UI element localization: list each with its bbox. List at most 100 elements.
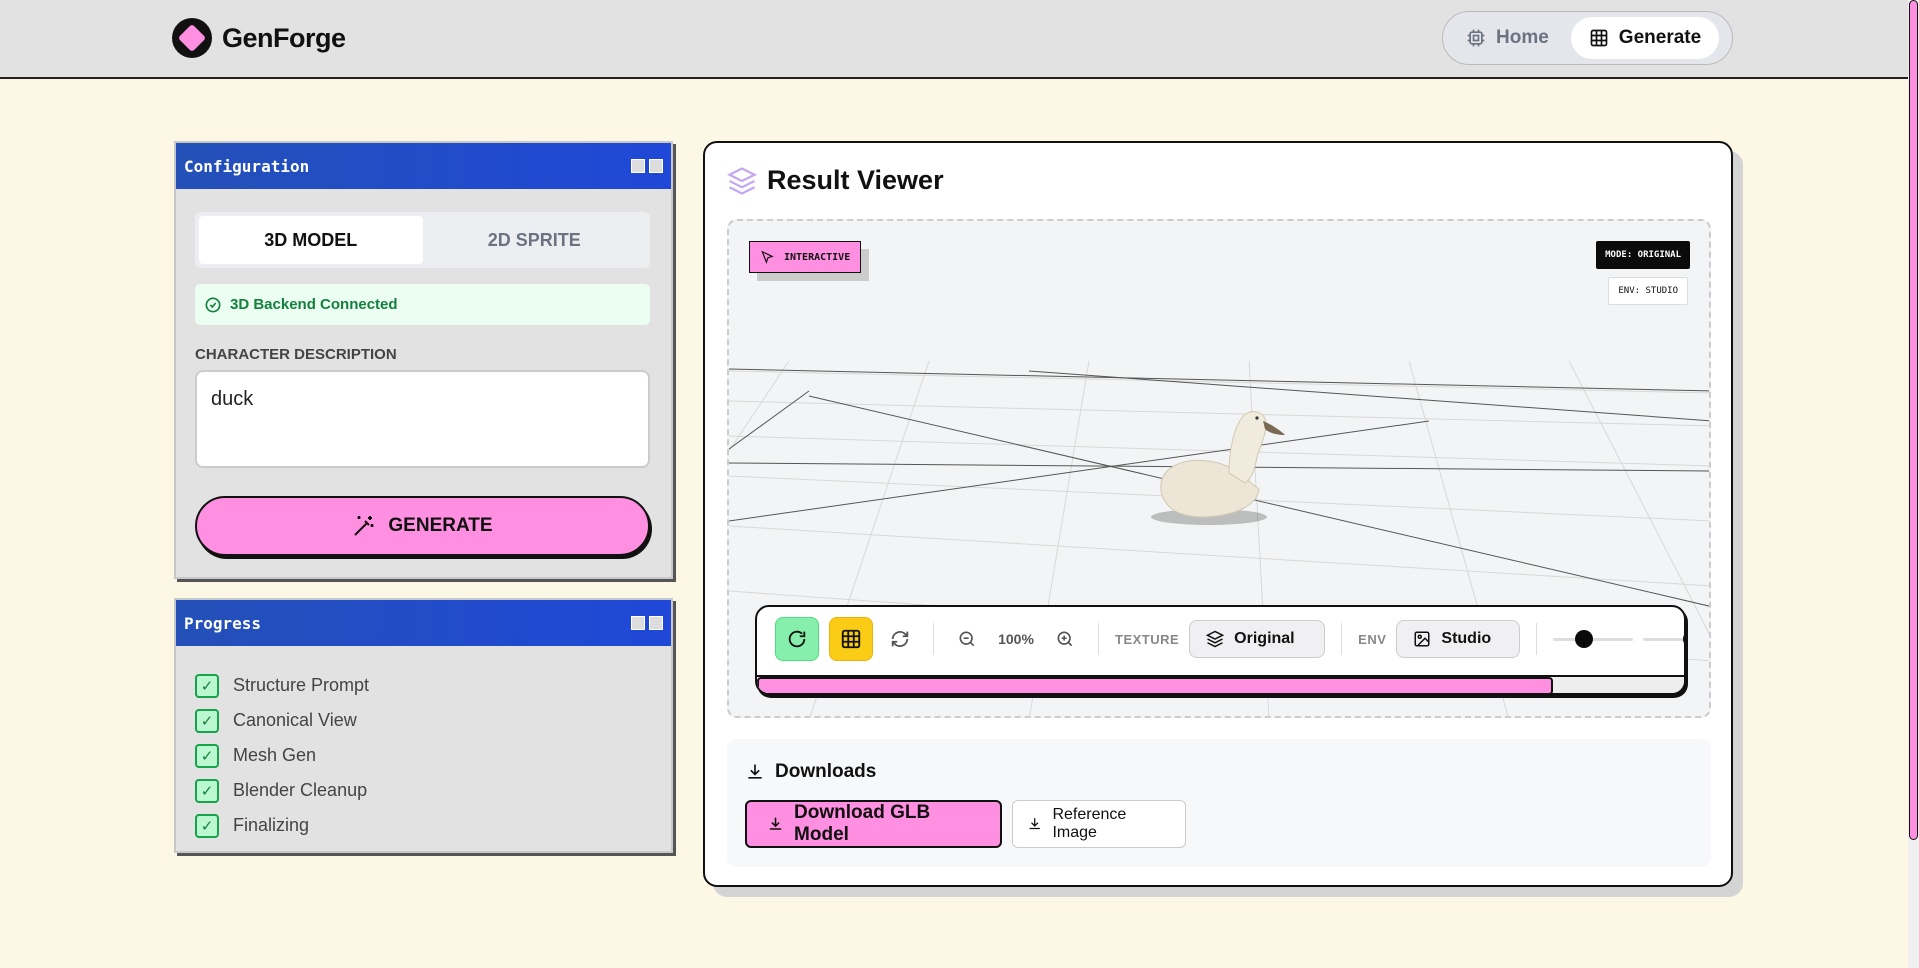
progress-step: ✓ Blender Cleanup bbox=[195, 773, 369, 808]
3d-viewport[interactable]: INTERACTIVE MODE: ORIGINAL ENV: STUDIO 1… bbox=[727, 219, 1711, 718]
interactive-badge: INTERACTIVE bbox=[749, 241, 862, 273]
maximize-button[interactable] bbox=[649, 159, 663, 173]
checkbox-checked-icon: ✓ bbox=[195, 778, 219, 803]
divider bbox=[933, 623, 934, 655]
progress-step: ✓ Canonical View bbox=[195, 703, 369, 738]
step-label: Mesh Gen bbox=[233, 745, 317, 765]
main-nav: Home Generate bbox=[1442, 11, 1733, 65]
configuration-title-bar: Configuration bbox=[176, 143, 671, 189]
divider bbox=[1341, 623, 1343, 655]
grid-icon bbox=[841, 629, 861, 649]
character-description-input[interactable]: duck bbox=[195, 370, 650, 468]
step-label: Canonical View bbox=[233, 710, 357, 730]
nav-generate-label: Generate bbox=[1618, 27, 1702, 48]
scrollbar-thumb[interactable] bbox=[1909, 0, 1918, 840]
texture-value: Original bbox=[1234, 630, 1295, 647]
page-scrollbar[interactable] bbox=[1908, 0, 1919, 968]
progress-title: Progress bbox=[184, 613, 262, 633]
zoom-in-button[interactable] bbox=[1048, 617, 1082, 661]
interactive-badge-label: INTERACTIVE bbox=[784, 251, 851, 263]
nav-home[interactable]: Home bbox=[1448, 17, 1567, 59]
viewer-toolbar: 100% TEXTURE Original ENV Studio bbox=[755, 605, 1686, 695]
environment-value: Studio bbox=[1441, 630, 1492, 647]
layers-icon bbox=[1206, 630, 1225, 648]
layers-icon bbox=[727, 166, 757, 195]
divider bbox=[1536, 623, 1538, 655]
checkbox-checked-icon: ✓ bbox=[195, 813, 219, 838]
check-circle-icon bbox=[205, 297, 221, 312]
step-label: Structure Prompt bbox=[233, 675, 370, 695]
backend-status-banner: 3D Backend Connected bbox=[195, 284, 650, 325]
environment-select[interactable]: Studio bbox=[1396, 620, 1521, 658]
rotate-arrows-icon bbox=[891, 631, 909, 647]
brightness-slider[interactable] bbox=[1553, 629, 1634, 649]
progress-title-bar: Progress bbox=[176, 600, 671, 646]
downloads-section: Downloads Download GLB Model Reference I… bbox=[727, 739, 1711, 867]
divider bbox=[1098, 623, 1099, 655]
slider-track bbox=[1553, 638, 1634, 641]
auto-rotate-button[interactable] bbox=[775, 617, 819, 661]
magic-wand-icon bbox=[354, 516, 374, 536]
generate-button[interactable]: GENERATE bbox=[195, 496, 650, 556]
progress-step: ✓ Finalizing bbox=[195, 808, 369, 843]
progress-step: ✓ Structure Prompt bbox=[195, 668, 369, 703]
texture-label: TEXTURE bbox=[1115, 631, 1180, 647]
download-glb-button[interactable]: Download GLB Model bbox=[745, 800, 1002, 848]
window-controls bbox=[631, 159, 663, 173]
toggle-grid-button[interactable] bbox=[829, 617, 873, 661]
nav-home-label: Home bbox=[1496, 27, 1549, 48]
cpu-icon bbox=[1467, 29, 1485, 47]
image-icon bbox=[1414, 631, 1430, 647]
generation-progress-bar bbox=[757, 675, 1684, 693]
result-viewer-card: Result Viewer INTERACTIVE MODE: ORIGINAL… bbox=[703, 141, 1733, 887]
texture-select[interactable]: Original bbox=[1189, 620, 1326, 658]
progress-steps: ✓ Structure Prompt ✓ Canonical View ✓ Mesh … bbox=[195, 668, 369, 843]
cursor-pointer-icon bbox=[761, 250, 774, 264]
mode-badge: MODE: ORIGINAL bbox=[1596, 241, 1690, 269]
reference-image-label: Reference Image bbox=[1052, 806, 1127, 841]
zoom-in-icon bbox=[1057, 631, 1073, 647]
backend-status-text: 3D Backend Connected bbox=[230, 296, 398, 313]
slider-track bbox=[1643, 638, 1684, 641]
download-icon bbox=[1029, 818, 1040, 830]
logo[interactable]: GenForge bbox=[172, 18, 346, 58]
configuration-title: Configuration bbox=[184, 156, 310, 176]
zoom-out-button[interactable] bbox=[950, 617, 984, 661]
step-label: Finalizing bbox=[233, 815, 310, 835]
top-header: GenForge Home Generate bbox=[0, 0, 1908, 79]
slider-handle[interactable] bbox=[1575, 630, 1594, 648]
download-icon bbox=[769, 817, 782, 830]
zoom-out-icon bbox=[959, 631, 975, 647]
mode-tabs: 3D MODEL 2D SPRITE bbox=[195, 212, 650, 268]
progress-step: ✓ Mesh Gen bbox=[195, 738, 369, 773]
minimize-button[interactable] bbox=[631, 159, 645, 173]
logo-diamond-icon bbox=[172, 18, 212, 58]
progress-bar-fill bbox=[757, 677, 1553, 693]
zoom-level: 100% bbox=[998, 631, 1034, 647]
downloads-title: Downloads bbox=[775, 761, 877, 782]
env-label: ENV bbox=[1358, 631, 1387, 647]
tab-2d-sprite[interactable]: 2D SPRITE bbox=[423, 216, 647, 264]
reference-image-button[interactable]: Reference Image bbox=[1012, 800, 1186, 848]
progress-panel: Progress ✓ Structure Prompt ✓ Canonical Vi… bbox=[174, 598, 673, 853]
minimize-button[interactable] bbox=[631, 616, 645, 630]
step-label: Blender Cleanup bbox=[233, 780, 368, 800]
nav-generate[interactable]: Generate bbox=[1570, 17, 1720, 59]
duck-model bbox=[1151, 411, 1285, 525]
tab-3d-model[interactable]: 3D MODEL bbox=[199, 216, 423, 264]
checkbox-checked-icon: ✓ bbox=[195, 673, 219, 698]
checkbox-checked-icon: ✓ bbox=[195, 743, 219, 768]
env-badge: ENV: STUDIO bbox=[1608, 277, 1688, 305]
refresh-icon bbox=[788, 630, 806, 648]
maximize-button[interactable] bbox=[649, 616, 663, 630]
download-icon bbox=[748, 764, 762, 779]
reset-view-button[interactable] bbox=[883, 617, 917, 661]
slider-handle[interactable] bbox=[1683, 630, 1684, 648]
logo-text: GenForge bbox=[222, 22, 346, 53]
checkbox-checked-icon: ✓ bbox=[195, 708, 219, 733]
toolbar-controls: 100% TEXTURE Original ENV Studio bbox=[775, 617, 1684, 661]
downloads-header: Downloads bbox=[745, 761, 876, 783]
generate-label: GENERATE bbox=[388, 515, 493, 536]
spread-slider[interactable] bbox=[1643, 629, 1684, 649]
result-viewer-header: Result Viewer bbox=[727, 165, 944, 196]
